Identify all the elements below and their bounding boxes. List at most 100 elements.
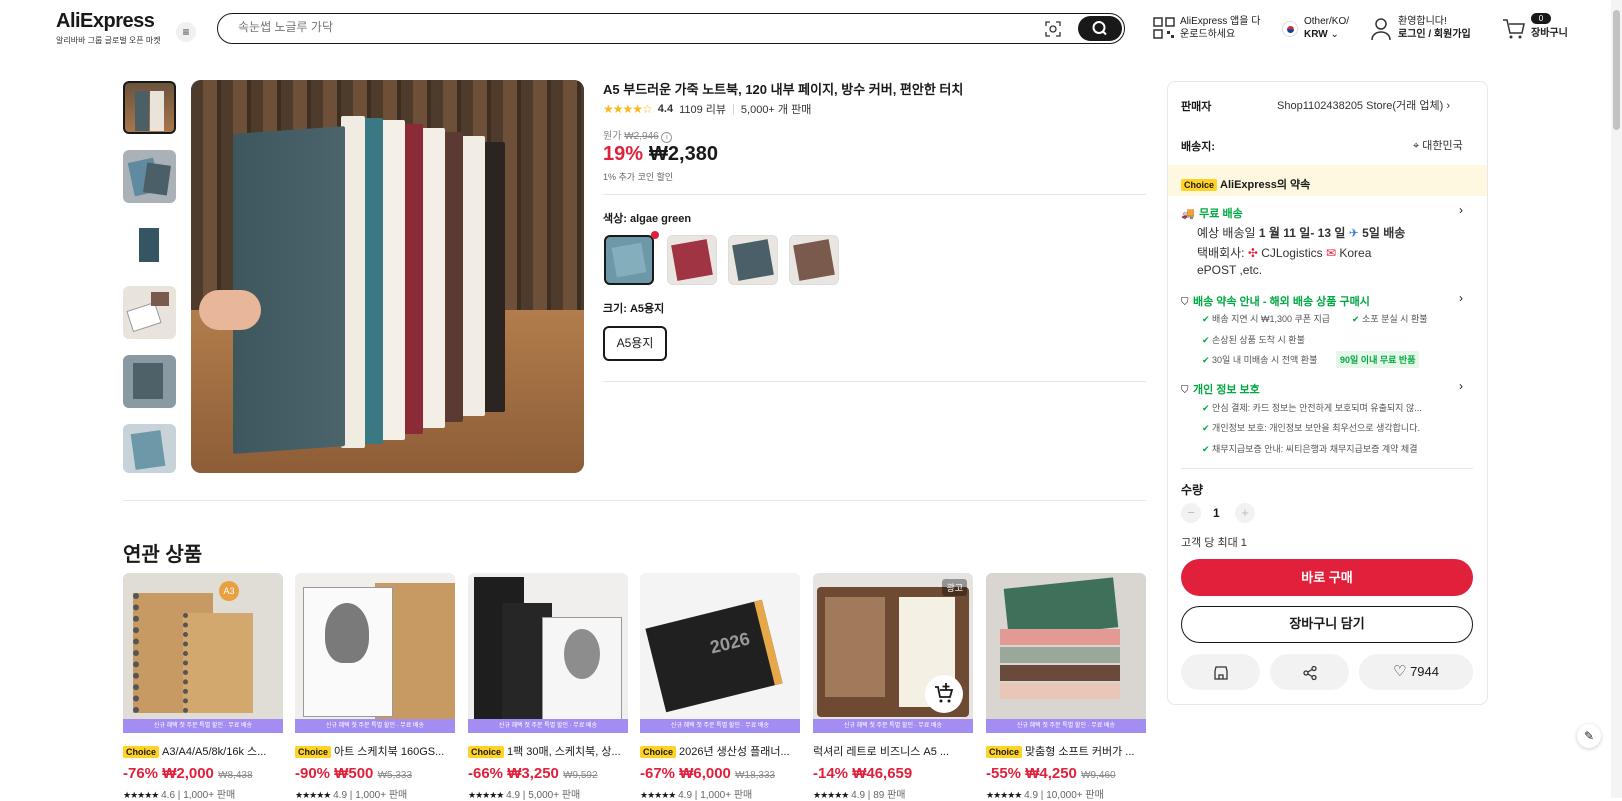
product-price: -67% ₩6,000 ₩18,333: [640, 765, 776, 782]
wishlist-button[interactable]: ♡ 7944: [1359, 654, 1473, 690]
courier-info: 택배회사: ✣ CJLogistics ✉ Korea ePOST ,etc.: [1197, 246, 1372, 277]
color-swatch-gray[interactable]: [728, 235, 778, 285]
related-products-title: 연관 상품: [123, 544, 203, 566]
promo-strip: 신규 혜택 첫 주문 특별 할인 · 무료 배송: [986, 719, 1146, 733]
menu-icon[interactable]: ≡: [176, 22, 196, 42]
app-download-link[interactable]: AliExpress 앱을 다 운로드하세요: [1180, 15, 1260, 41]
search-input[interactable]: [238, 20, 998, 34]
chevron-right-icon: ›: [1446, 100, 1450, 112]
product-price: -55% ₩4,250 ₩9,460: [986, 765, 1116, 782]
product-thumbnail[interactable]: 광고 신규 혜택 첫 주문 특별 할인 · 무료 배송: [813, 573, 973, 733]
qr-code-icon[interactable]: [1153, 17, 1175, 39]
promo-strip: 신규 혜택 첫 주문 특별 할인 · 무료 배송: [640, 719, 800, 733]
info-icon[interactable]: i: [661, 132, 673, 143]
account-link[interactable]: 환영합니다! 로그인 / 회원가입: [1398, 15, 1471, 41]
cart-icon[interactable]: [1502, 18, 1526, 45]
ship-destination[interactable]: ⌖ 대한민국: [1413, 137, 1463, 153]
user-icon[interactable]: [1370, 17, 1392, 46]
related-product-card[interactable]: 신규 혜택 첫 주문 특별 할인 · 무료 배송 Choice 맞춤형 소프트 커…: [986, 573, 1146, 801]
quantity-label: 수량: [1181, 483, 1204, 497]
related-product-card[interactable]: 신규 혜택 첫 주문 특별 할인 · 무료 배송 Choice 아트 스케치북 1…: [295, 573, 455, 801]
product-name: Choice 2026년 생산성 플래너...: [640, 743, 800, 759]
rating-stars-icon: ★★★★★: [123, 790, 159, 800]
sale-price: ₩2,380: [649, 143, 718, 165]
price-row: 19% ₩2,380: [603, 143, 718, 166]
product-meta: ★★★★★ 4.9 | 5,000+ 판매: [468, 790, 581, 801]
seller-link[interactable]: Shop1102438205 Store(거래 업체) ›: [1277, 97, 1450, 113]
promo-strip: 신규 혜택 첫 주문 특별 할인 · 무료 배송: [813, 719, 973, 733]
gallery-thumb-3[interactable]: [123, 218, 176, 271]
feedback-edit-icon[interactable]: ✎: [1577, 724, 1601, 748]
free-return-badge: 90일 이내 무료 반품: [1336, 351, 1420, 368]
quantity-decrease-button[interactable]: −: [1181, 503, 1201, 523]
gallery-thumb-5[interactable]: [123, 355, 176, 408]
product-price: -90% ₩500 ₩5,333: [295, 765, 413, 782]
app-download-line2: 운로드하세요: [1180, 29, 1236, 40]
share-icon: [1302, 665, 1317, 680]
chevron-right-icon[interactable]: ›: [1459, 379, 1463, 393]
heart-icon: ♡: [1393, 663, 1407, 680]
sold-count: 5,000+ 개 판매: [740, 104, 812, 116]
quantity-increase-button[interactable]: +: [1235, 503, 1255, 523]
free-shipping-row[interactable]: 🚚 무료 배송: [1181, 204, 1243, 222]
choice-promise-text: AliExpress의 약속: [1220, 179, 1311, 191]
privacy-item: 안심 결제: 카드 정보는 안전하게 보호되며 유출되지 않...: [1202, 401, 1422, 414]
choice-badge: Choice: [123, 746, 160, 758]
promo-strip: 신규 혜택 첫 주문 특별 할인 · 무료 배송: [123, 719, 283, 733]
related-product-card[interactable]: 2026 신규 혜택 첫 주문 특별 할인 · 무료 배송 Choice 2026…: [640, 573, 800, 801]
aliexpress-logo[interactable]: AliExpress 알리바바 그룹 글로벌 오픈 마켓: [56, 10, 161, 46]
original-price-row: 원가 ₩2,946 i: [603, 127, 673, 143]
chevron-right-icon[interactable]: ›: [1459, 291, 1463, 305]
privacy-row[interactable]: ⛉ 개인 정보 보호: [1181, 380, 1260, 398]
product-name: Choice 아트 스케치북 160GS...: [295, 743, 455, 759]
product-meta: ★★★★★ 4.9 | 1,000+ 판매: [295, 790, 408, 801]
rating-stars-icon: ★★★★★: [295, 790, 331, 800]
scrollbar-thumb[interactable]: [1613, 10, 1620, 130]
delivery-guarantee-row[interactable]: ⛉ 배송 약속 안내 - 해외 배송 상품 구매시: [1181, 292, 1370, 310]
related-product-card[interactable]: 신규 혜택 첫 주문 특별 할인 · 무료 배송 Choice 1팩 30매, 스…: [468, 573, 628, 801]
product-thumbnail[interactable]: A3 신규 혜택 첫 주문 특별 할인 · 무료 배송: [123, 573, 283, 733]
related-product-card[interactable]: 광고 신규 혜택 첫 주문 특별 할인 · 무료 배송 럭셔리 레트로 비즈니스…: [813, 573, 973, 801]
gallery-thumb-2[interactable]: [123, 150, 176, 203]
main-product-image[interactable]: [191, 80, 584, 473]
search-button[interactable]: [1078, 16, 1122, 41]
location-pin-icon: ⌖: [1413, 140, 1420, 152]
plane-icon: ✈: [1348, 226, 1359, 240]
product-thumbnail[interactable]: 2026 신규 혜택 첫 주문 특별 할인 · 무료 배송: [640, 573, 800, 733]
wishlist-count: 7944: [1410, 664, 1439, 679]
guarantee-item: 30일 내 미배송 시 전액 환불: [1202, 353, 1317, 366]
image-search-icon[interactable]: [1044, 20, 1062, 38]
chevron-right-icon[interactable]: ›: [1459, 203, 1463, 217]
share-button[interactable]: [1270, 654, 1349, 690]
color-swatch-algae-green[interactable]: [604, 235, 654, 285]
gallery-thumb-1[interactable]: [123, 81, 176, 134]
region-line1: Other/KO/: [1304, 16, 1350, 27]
cj-logo-icon: ✣: [1247, 246, 1258, 260]
cart-label[interactable]: 장바구니: [1531, 27, 1568, 40]
add-to-cart-icon[interactable]: [925, 675, 963, 713]
scrollbar[interactable]: [1611, 0, 1622, 798]
product-price: -76% ₩2,000 ₩8,438: [123, 765, 253, 782]
product-thumbnail[interactable]: 신규 혜택 첫 주문 특별 할인 · 무료 배송: [468, 573, 628, 733]
related-product-card[interactable]: A3 신규 혜택 첫 주문 특별 할인 · 무료 배송 Choice A3/A4/…: [123, 573, 283, 801]
store-button[interactable]: [1181, 654, 1260, 690]
quantity-value[interactable]: 1: [1213, 506, 1220, 520]
product-name: Choice 맞춤형 소프트 커버가 ...: [986, 743, 1146, 759]
rating-stars-icon: ★★★★★: [813, 790, 849, 800]
color-swatch-red[interactable]: [667, 235, 717, 285]
product-thumbnail[interactable]: 신규 혜택 첫 주문 특별 할인 · 무료 배송: [295, 573, 455, 733]
product-thumbnail[interactable]: 신규 혜택 첫 주문 특별 할인 · 무료 배송: [986, 573, 1146, 733]
color-swatch-brown[interactable]: [789, 235, 839, 285]
divider: [603, 194, 1146, 195]
size-option-a5[interactable]: A5용지: [603, 326, 667, 361]
rating-row[interactable]: ★★★★☆ 4.4 1109 리뷰 | 5,000+ 개 판매: [603, 101, 811, 117]
product-price: -14% ₩46,659: [813, 765, 913, 782]
region-selector[interactable]: Other/KO/ KRW ⌄: [1304, 15, 1349, 41]
add-to-cart-button[interactable]: 장바구니 담기: [1181, 606, 1473, 643]
buy-now-button[interactable]: 바로 구매: [1181, 559, 1473, 596]
gallery-thumb-6[interactable]: [123, 424, 176, 473]
korea-flag-icon: [1282, 21, 1298, 37]
review-count[interactable]: 1109 리뷰: [679, 101, 726, 117]
rating-stars-icon: ★★★★★: [468, 790, 504, 800]
gallery-thumb-4[interactable]: [123, 286, 176, 339]
